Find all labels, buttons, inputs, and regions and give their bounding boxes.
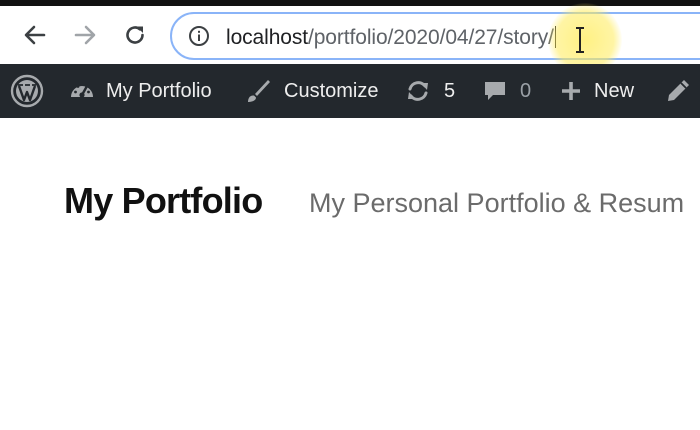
brush-icon [248, 80, 270, 102]
comment-icon [485, 82, 505, 100]
url-typed: story/ [503, 26, 554, 49]
updates-link[interactable]: 5 [404, 64, 455, 118]
url-path: /portfolio/2020/04/27/ [307, 26, 504, 49]
updates-icon [408, 81, 428, 101]
wp-logo-menu[interactable] [10, 64, 44, 118]
reload-button[interactable] [118, 18, 152, 52]
wp-admin-bar: My Portfolio Customize 5 0 New [0, 64, 700, 118]
wordpress-logo-icon [10, 74, 44, 108]
new-content-menu[interactable]: New [560, 64, 634, 118]
dashboard-icon [71, 84, 93, 98]
site-description: My Personal Portfolio & Resum [309, 188, 685, 218]
site-name-menu[interactable]: My Portfolio [68, 64, 212, 118]
site-name-label: My Portfolio [106, 79, 212, 102]
reload-icon [126, 26, 144, 44]
plus-icon [562, 82, 580, 100]
edit-link[interactable] [664, 64, 692, 118]
info-icon[interactable] [188, 25, 210, 47]
comments-count: 0 [520, 79, 532, 102]
site-title[interactable]: My Portfolio [64, 180, 263, 222]
arrow-right-icon [74, 25, 96, 45]
updates-count: 5 [444, 79, 456, 102]
forward-button[interactable] [68, 18, 102, 52]
pencil-icon [668, 80, 689, 101]
back-button[interactable] [18, 18, 52, 52]
url-host: localhost [226, 26, 308, 49]
url-text[interactable]: localhost/portfolio/2020/04/27/story/ [226, 26, 556, 50]
comments-link[interactable]: 0 [482, 64, 531, 118]
customize-link[interactable]: Customize [244, 64, 378, 118]
customize-label: Customize [284, 79, 379, 102]
arrow-left-icon [24, 25, 46, 45]
new-label: New [594, 79, 635, 102]
text-cursor-icon [576, 27, 584, 53]
